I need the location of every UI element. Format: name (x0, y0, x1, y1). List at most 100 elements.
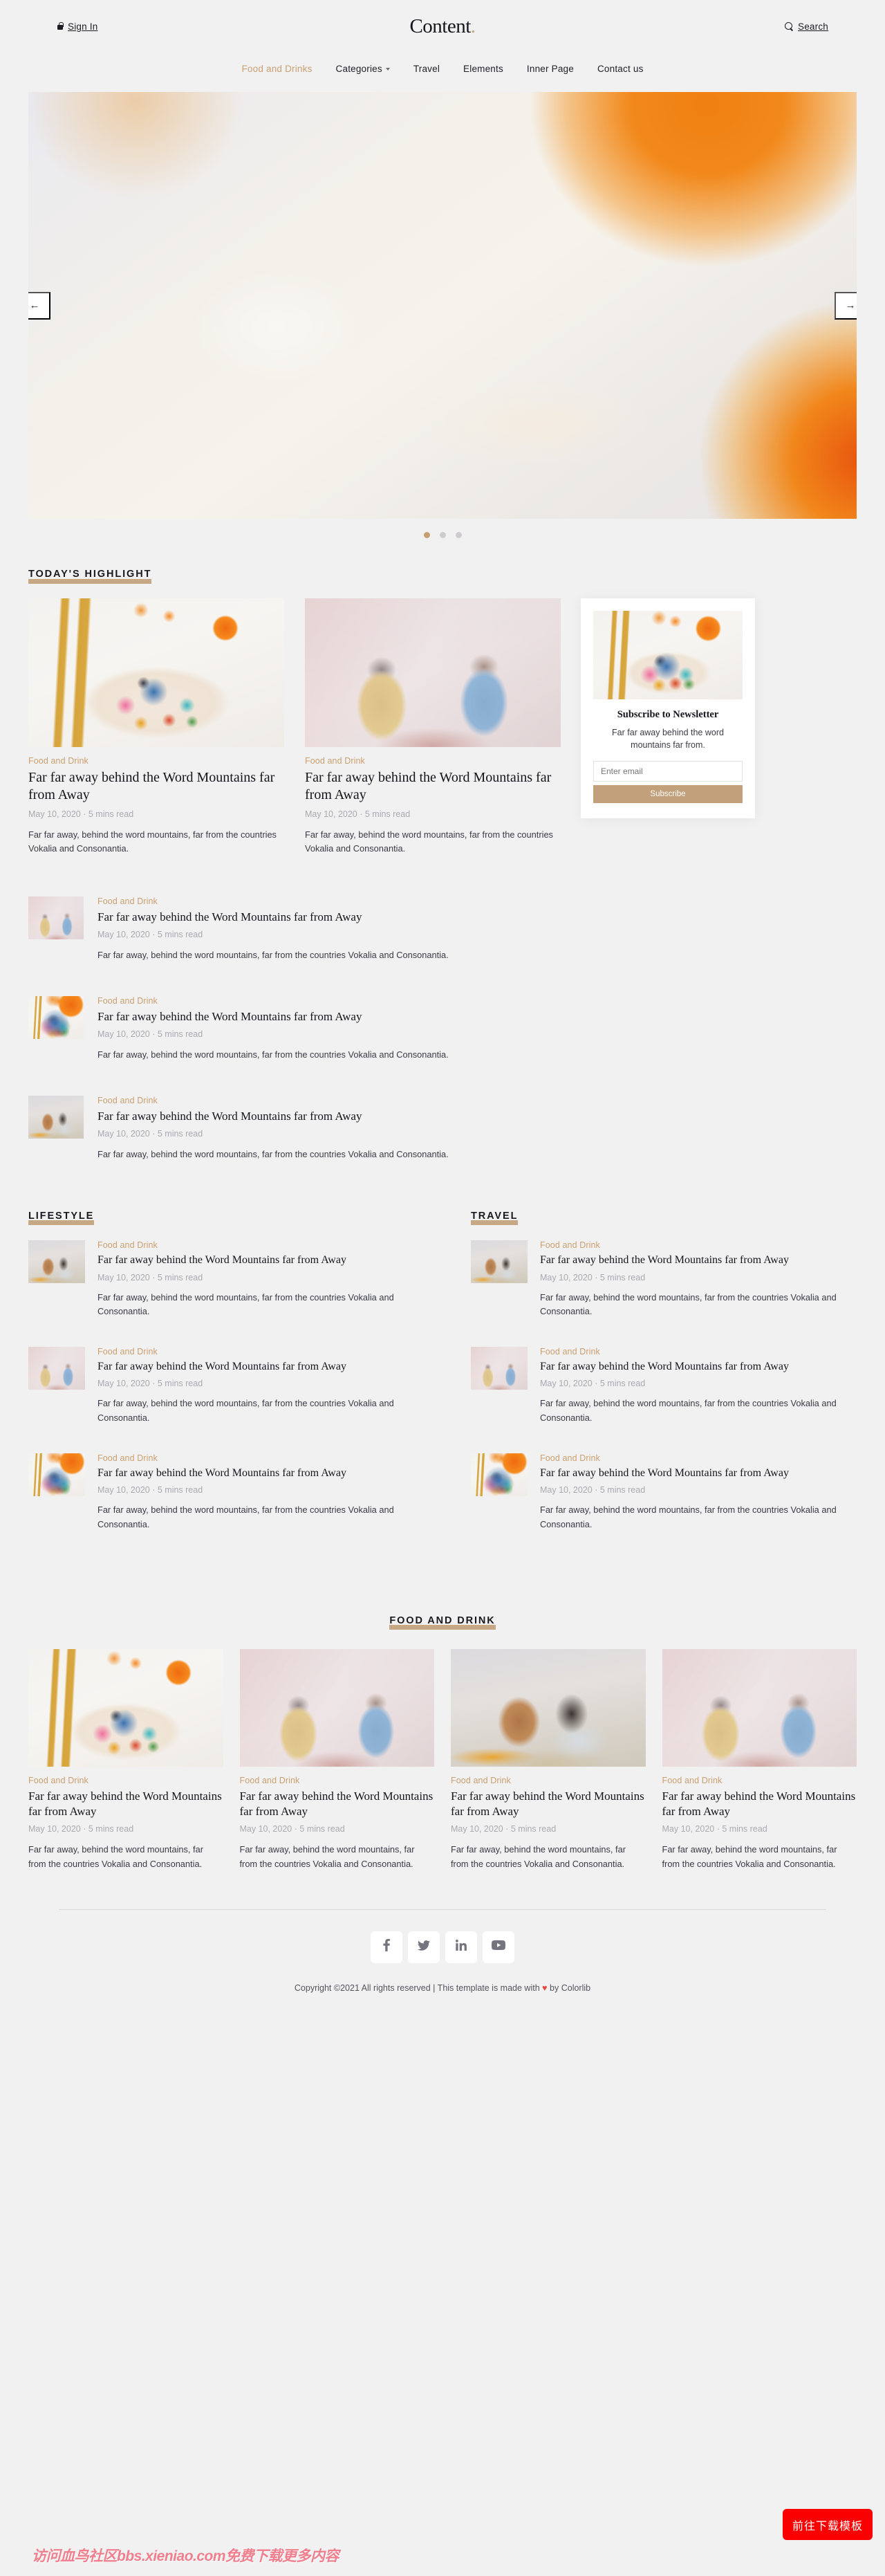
post-category[interactable]: Food and Drink (97, 1453, 414, 1463)
list-item[interactable]: Food and Drink Far far away behind the Wo… (28, 995, 857, 1062)
post-category[interactable]: Food and Drink (97, 1347, 414, 1356)
list-item[interactable]: Food and Drink Far far away behind the Wo… (28, 1346, 414, 1426)
post-category[interactable]: Food and Drink (540, 1347, 857, 1356)
post-category[interactable]: Food and Drink (662, 1776, 857, 1785)
hero-carousel: ← → (28, 92, 857, 519)
post-thumbnail[interactable] (305, 598, 561, 747)
post-title[interactable]: Far far away behind the Word Mountains f… (97, 910, 857, 925)
nav-item-inner-page[interactable]: Inner Page (527, 64, 574, 74)
food-and-drink-card[interactable]: Food and Drink Far far away behind the Wo… (28, 1649, 223, 1872)
post-thumbnail[interactable] (471, 1346, 528, 1390)
list-item-body: Food and Drink Far far away behind the Wo… (97, 1096, 857, 1162)
post-thumbnail[interactable] (28, 1649, 223, 1767)
post-category[interactable]: Food and Drink (540, 1240, 857, 1250)
list-item[interactable]: Food and Drink Far far away behind the Wo… (471, 1346, 857, 1426)
list-item[interactable]: Food and Drink Far far away behind the Wo… (28, 1095, 857, 1162)
post-title[interactable]: Far far away behind the Word Mountains f… (451, 1789, 646, 1819)
post-title[interactable]: Far far away behind the Word Mountains f… (97, 1109, 857, 1124)
carousel-next-arrow-icon[interactable]: → (835, 291, 857, 320)
newsletter-email-input[interactable] (593, 761, 743, 782)
post-thumbnail[interactable] (471, 1453, 528, 1496)
post-thumbnail[interactable] (28, 1453, 85, 1496)
linkedin-link[interactable] (445, 1931, 477, 1963)
post-thumbnail[interactable] (662, 1649, 857, 1767)
post-thumbnail[interactable] (28, 1240, 85, 1284)
post-title[interactable]: Far far away behind the Word Mountains f… (240, 1789, 435, 1819)
highlight-card-body: Food and Drink Far far away behind the Wo… (305, 756, 561, 857)
list-item[interactable]: Food and Drink Far far away behind the Wo… (28, 896, 857, 963)
post-thumbnail[interactable] (28, 598, 284, 747)
carousel-dot-1[interactable] (423, 532, 430, 538)
list-item[interactable]: Food and Drink Far far away behind the Wo… (471, 1240, 857, 1319)
post-category[interactable]: Food and Drink (97, 896, 857, 906)
post-thumbnail[interactable] (471, 1240, 528, 1284)
nav-item-travel[interactable]: Travel (413, 64, 440, 74)
post-title[interactable]: Far far away behind the Word Mountains f… (28, 1789, 223, 1819)
post-category[interactable]: Food and Drink (28, 756, 284, 766)
post-read-time: 5 mins read (88, 809, 134, 819)
post-category[interactable]: Food and Drink (97, 996, 857, 1006)
post-category[interactable]: Food and Drink (451, 1776, 646, 1785)
post-thumbnail[interactable] (28, 1346, 85, 1390)
post-title[interactable]: Far far away behind the Word Mountains f… (28, 769, 284, 804)
nav-item-food-and-drinks[interactable]: Food and Drinks (241, 64, 312, 74)
post-category[interactable]: Food and Drink (97, 1096, 857, 1105)
post-meta: May 10, 2020 · 5 mins read (28, 1824, 134, 1834)
todays-highlight-section: TODAY'S HIGHLIGHT Food and Drink Far far … (28, 569, 857, 1162)
heart-icon: ♥ (542, 1982, 548, 1993)
newsletter-subscribe-button[interactable]: Subscribe (593, 785, 743, 803)
post-read-time: 5 mins read (364, 809, 411, 819)
post-title[interactable]: Far far away behind the Word Mountains f… (540, 1466, 857, 1480)
post-thumbnail[interactable] (28, 896, 84, 940)
travel-column: TRAVEL Food and Drink Far far away behind… (471, 1211, 857, 1560)
nav-item-elements[interactable]: Elements (463, 64, 503, 74)
carousel-prev-arrow-icon[interactable]: ← (28, 291, 50, 320)
list-item-body: Food and Drink Far far away behind the Wo… (540, 1347, 857, 1426)
post-read-time: 5 mins read (510, 1824, 557, 1834)
post-thumbnail[interactable] (28, 1095, 84, 1139)
list-item[interactable]: Food and Drink Far far away behind the Wo… (471, 1453, 857, 1532)
food-and-drink-card[interactable]: Food and Drink Far far away behind the Wo… (451, 1649, 646, 1872)
facebook-link[interactable] (371, 1931, 402, 1963)
twitter-link[interactable] (408, 1931, 440, 1963)
post-title[interactable]: Far far away behind the Word Mountains f… (97, 1009, 857, 1024)
post-thumbnail[interactable] (451, 1649, 646, 1767)
post-meta: May 10, 2020 · 5 mins read (540, 1272, 646, 1282)
highlight-card[interactable]: Food and Drink Far far away behind the Wo… (305, 598, 561, 857)
carousel-dot-3[interactable] (455, 532, 462, 538)
food-and-drink-card[interactable]: Food and Drink Far far away behind the Wo… (239, 1649, 435, 1872)
food-and-drink-card-body: Food and Drink Far far away behind the Wo… (240, 1776, 435, 1872)
post-title[interactable]: Far far away behind the Word Mountains f… (662, 1789, 857, 1819)
post-thumbnail[interactable] (28, 995, 84, 1039)
post-read-time: 5 mins read (157, 1379, 203, 1389)
food-and-drink-heading: FOOD AND DRINK (389, 1614, 496, 1630)
post-title[interactable]: Far far away behind the Word Mountains f… (97, 1360, 414, 1374)
post-title[interactable]: Far far away behind the Word Mountains f… (97, 1253, 414, 1267)
carousel-dot-2[interactable] (439, 532, 446, 538)
highlight-card[interactable]: Food and Drink Far far away behind the Wo… (28, 598, 284, 857)
post-category[interactable]: Food and Drink (97, 1240, 414, 1250)
nav-item-label: Contact us (597, 64, 644, 74)
download-template-button[interactable]: 前往下载模板 (783, 2509, 873, 2540)
post-date: May 10, 2020 (28, 809, 81, 819)
post-thumbnail[interactable] (239, 1649, 434, 1767)
food-and-drink-card[interactable]: Food and Drink Far far away behind the Wo… (662, 1649, 857, 1872)
post-excerpt: Far far away, behind the word mountains,… (97, 1505, 394, 1530)
post-title[interactable]: Far far away behind the Word Mountains f… (97, 1466, 414, 1480)
site-logo[interactable]: Content. (0, 15, 885, 38)
linkedin-icon (456, 1940, 467, 1954)
hero-carousel-section: ← → (0, 92, 885, 538)
nav-item-categories[interactable]: Categories (336, 64, 390, 74)
nav-item-contact-us[interactable]: Contact us (597, 64, 644, 74)
post-title[interactable]: Far far away behind the Word Mountains f… (540, 1360, 857, 1374)
post-category[interactable]: Food and Drink (28, 1776, 223, 1785)
post-category[interactable]: Food and Drink (240, 1776, 435, 1785)
post-category[interactable]: Food and Drink (305, 756, 561, 766)
list-item[interactable]: Food and Drink Far far away behind the Wo… (28, 1240, 414, 1319)
post-title[interactable]: Far far away behind the Word Mountains f… (305, 769, 561, 804)
youtube-link[interactable] (483, 1931, 514, 1963)
list-item[interactable]: Food and Drink Far far away behind the Wo… (28, 1453, 414, 1532)
post-category[interactable]: Food and Drink (540, 1453, 857, 1463)
post-date: May 10, 2020 (97, 930, 150, 940)
post-title[interactable]: Far far away behind the Word Mountains f… (540, 1253, 857, 1267)
